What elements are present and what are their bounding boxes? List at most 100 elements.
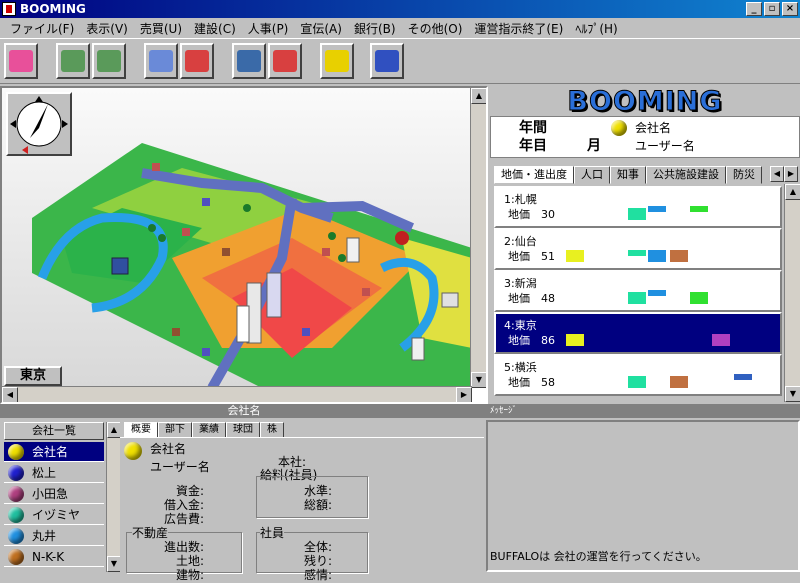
land-button[interactable] [4,43,38,79]
tab-subordinates[interactable]: 部下 [158,422,192,438]
scroll-left-button[interactable]: ◀ [2,387,18,402]
building-icon [149,50,173,72]
city-list-scrollbar[interactable]: ▲ ▼ [784,184,800,402]
staff-icon [273,50,297,72]
menu-build[interactable]: 建設(C) [188,20,242,37]
company-info: 年間 年目 月 会社名 ユーザー名 [490,116,800,158]
tab-stocks[interactable]: 株 [260,422,284,438]
city-row-niigata[interactable]: 3:新潟 地価 48 [494,270,782,312]
go-icon [375,50,399,72]
city-info-tabs: 地価・進出度 人口 知事 公共施設建設 防災 [494,166,800,184]
personnel-button[interactable] [232,43,266,79]
build-button[interactable] [144,43,178,79]
tab-governor[interactable]: 知事 [610,166,646,184]
detail-tabs: 概要 部下 業績 球団 株 [124,422,284,438]
city-map[interactable]: 東京 [2,88,472,388]
title-bar: BOOMING _ ▫ × [0,0,800,18]
company-item-player[interactable]: 会社名 [4,442,104,462]
scroll-up-button[interactable]: ▲ [471,88,486,104]
buy-button[interactable] [56,43,90,79]
menu-help[interactable]: ﾍﾙﾌﾟ(H) [569,20,623,37]
isometric-city-map [32,143,472,388]
go-button[interactable] [370,43,404,79]
company-scroll-up-button[interactable]: ▲ [107,422,121,438]
personnel-icon [237,50,261,72]
year-label: 年間 [519,120,547,136]
turn-label: 年目 [519,138,547,154]
sell-button[interactable] [92,43,126,79]
compass-control[interactable] [6,92,72,156]
menu-view[interactable]: 表示(V) [80,20,134,37]
detail-user-name: ユーザー名 [150,460,210,474]
maximize-button[interactable]: ▫ [764,2,780,16]
company-list-header[interactable]: 会社一覧 [4,422,104,440]
city-row-sendai[interactable]: 2:仙台 地価 51 [494,228,782,270]
company-item-odakyu[interactable]: 小田急 [4,484,104,504]
company-color-icon [611,120,627,136]
status-message: BUFFALOは 会社の運営を行ってください。 [490,550,707,563]
tab-public-works[interactable]: 公共施設建設 [646,166,726,184]
inspect-icon [185,50,209,72]
toolbar [0,38,800,84]
menu-trade[interactable]: 売買(U) [134,20,188,37]
menu-advertise[interactable]: 宣伝(A) [294,20,348,37]
buy-sell-icon [61,50,85,72]
scroll-down-button[interactable]: ▼ [471,372,486,388]
current-city-label: 東京 [4,366,62,386]
menu-personnel[interactable]: 人事(P) [242,20,295,37]
map-frame: 東京 ▲ ▼ ◀ ▶ [0,86,488,404]
company-color-icon [8,485,24,502]
company-name: 会社名 [635,121,672,135]
company-color-icon [8,506,24,523]
company-list-scrollbar[interactable]: ▲ ▼ [106,422,121,572]
ad-cost-label: 広告費: [164,512,205,526]
land-icon [9,50,33,72]
company-scroll-down-button[interactable]: ▼ [107,556,121,572]
scroll-right-button[interactable]: ▶ [456,387,472,402]
staff-button[interactable] [268,43,302,79]
map-vertical-scrollbar[interactable]: ▲ ▼ [470,88,486,388]
city-list: 1:札幌 地価 30 2:仙台 地価 51 3:新潟 地価 48 4:東京 地価… [490,184,782,402]
company-color-icon [8,443,24,460]
city-row-sapporo[interactable]: 1:札幌 地価 30 [494,186,782,228]
menu-bank[interactable]: 銀行(B) [348,20,402,37]
close-button[interactable]: × [782,2,798,16]
company-detail: 概要 部下 業績 球団 株 会社名 ユーザー名 本社: 給料(社員) 水準: 総… [120,420,484,582]
game-logo: BOOMING [490,85,800,117]
user-name: ユーザー名 [635,139,695,153]
city-row-tokyo[interactable]: 4:東京 地価 86 [494,312,782,354]
game-window: BOOMING _ ▫ × ファイル(F) 表示(V) 売買(U) 建設(C) … [0,0,800,582]
company-item-matsukami[interactable]: 松上 [4,463,104,483]
advisor-button[interactable] [320,43,354,79]
compass-icon [10,96,68,154]
tab-overview[interactable]: 概要 [124,422,158,438]
window-title: BOOMING [20,2,86,16]
tab-baseball-team[interactable]: 球団 [226,422,260,438]
detail-company-name: 会社名 [150,442,187,456]
city-scroll-up-button[interactable]: ▲ [785,184,800,200]
menu-other[interactable]: その他(O) [402,20,469,37]
app-icon [2,2,16,16]
company-color-icon [124,442,142,460]
menu-end-turn[interactable]: 運営指示終了(E) [468,20,569,37]
tab-scroll-left-button[interactable]: ◀ [770,166,784,182]
company-item-marui[interactable]: 丸井 [4,526,104,546]
overview-panel: 会社名 ユーザー名 本社: 給料(社員) 水準: 総額: 資金: 借入金: 広告… [120,437,484,582]
company-color-icon [8,527,24,544]
status-panel: BOOMING 年間 年目 月 会社名 ユーザー名 地価・進出度 人口 知事 公… [490,85,800,404]
city-scroll-down-button[interactable]: ▼ [785,386,800,402]
company-item-izumiya[interactable]: イヅミヤ [4,505,104,525]
tab-disaster[interactable]: 防災 [726,166,762,184]
company-item-nkk[interactable]: N-K-K [4,547,104,567]
tab-population[interactable]: 人口 [574,166,610,184]
tab-performance[interactable]: 業績 [192,422,226,438]
company-list: 会社一覧 会社名 松上 小田急 イヅミヤ 丸井 N-K-K ▲ ▼ [2,420,121,572]
tab-land-price[interactable]: 地価・進出度 [494,166,574,184]
tab-scroll-right-button[interactable]: ▶ [784,166,798,182]
menu-file[interactable]: ファイル(F) [4,20,80,37]
minimize-button[interactable]: _ [746,2,762,16]
city-row-yokohama[interactable]: 5:横浜 地価 58 [494,354,782,396]
inspect-button[interactable] [180,43,214,79]
month-label: 月 [587,138,601,154]
map-horizontal-scrollbar[interactable]: ◀ ▶ [2,386,472,402]
